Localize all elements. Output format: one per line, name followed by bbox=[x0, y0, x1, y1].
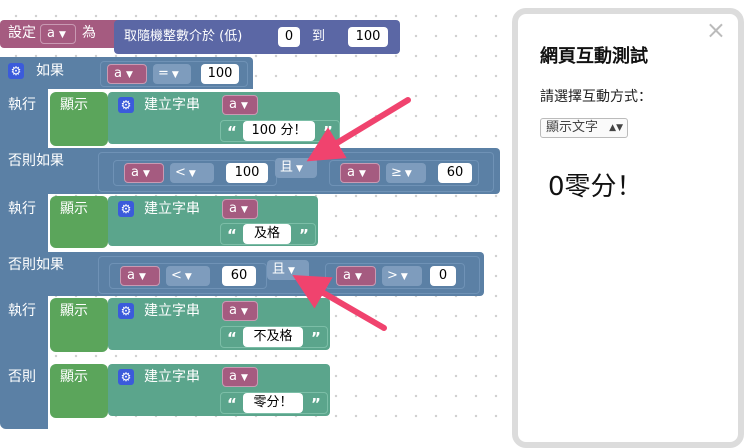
close-icon[interactable]: × bbox=[706, 16, 726, 44]
arrow-1 bbox=[306, 97, 411, 162]
interaction-select[interactable]: 顯示文字 ▲▼ bbox=[540, 118, 628, 138]
interaction-prompt: 請選擇互動方式： bbox=[540, 89, 652, 105]
output-text: 0零分！ bbox=[548, 172, 643, 202]
interaction-select-value: 顯示文字 bbox=[546, 120, 599, 135]
web-interaction-panel: × 網頁互動測試 請選擇互動方式： 顯示文字 ▲▼ 0零分！ bbox=[512, 8, 744, 448]
select-arrows-icon: ▲▼ bbox=[609, 123, 623, 133]
panel-title: 網頁互動測試 bbox=[540, 46, 648, 67]
arrow-2 bbox=[292, 274, 387, 331]
